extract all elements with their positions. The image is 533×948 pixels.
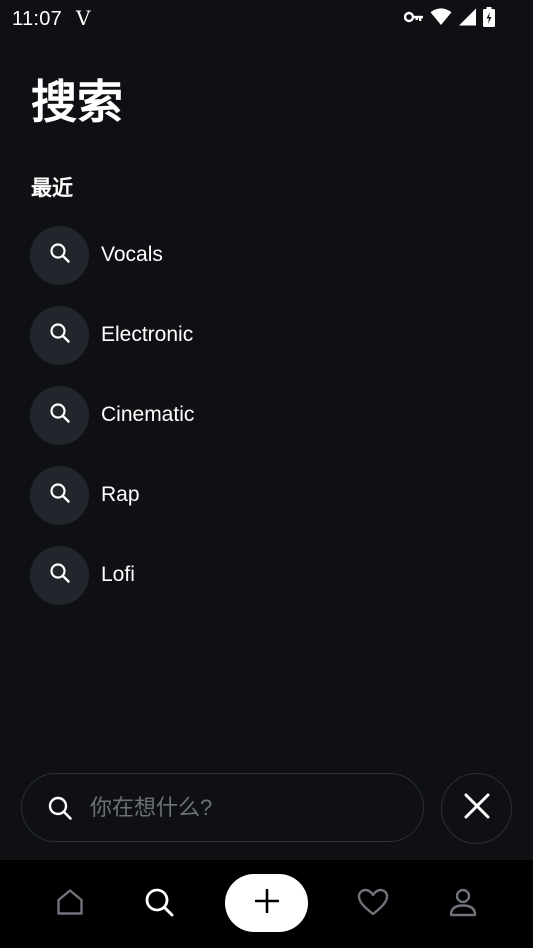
recent-search-item-cinematic[interactable]: Cinematic xyxy=(30,385,510,445)
search-icon xyxy=(46,794,74,822)
search-icon xyxy=(49,402,71,429)
clear-search-button[interactable] xyxy=(441,773,512,844)
status-bar: 11:07 V xyxy=(0,0,533,36)
status-icons xyxy=(404,7,495,27)
wifi-icon xyxy=(430,8,452,26)
recent-search-item-vocals[interactable]: Vocals xyxy=(30,225,510,285)
nav-favorites[interactable] xyxy=(351,860,395,948)
nav-create-button[interactable] xyxy=(225,874,308,932)
nav-search[interactable] xyxy=(137,860,181,948)
carrier-glyph: V xyxy=(76,6,91,30)
recent-search-label: Electronic xyxy=(101,323,194,346)
recent-search-label: Lofi xyxy=(101,563,135,586)
recent-search-item-rap[interactable]: Rap xyxy=(30,465,510,525)
recent-search-label: Cinematic xyxy=(101,403,195,426)
recent-search-icon-chip xyxy=(30,385,89,445)
close-icon xyxy=(463,792,491,825)
recent-search-item-lofi[interactable]: Lofi xyxy=(30,545,510,605)
recent-search-label: Vocals xyxy=(101,243,163,266)
recent-section-title: 最近 xyxy=(31,177,73,200)
home-icon xyxy=(55,887,85,922)
user-icon xyxy=(448,887,478,922)
search-bar[interactable] xyxy=(21,773,424,842)
recent-search-label: Rap xyxy=(101,483,140,506)
status-time: 11:07 xyxy=(12,8,63,30)
nav-profile[interactable] xyxy=(441,860,485,948)
vpn-key-icon xyxy=(404,11,424,23)
nav-home[interactable] xyxy=(48,860,92,948)
page-title: 搜索 xyxy=(31,76,123,128)
recent-search-icon-chip xyxy=(30,545,89,605)
search-input[interactable] xyxy=(88,793,392,822)
heart-icon xyxy=(357,888,389,921)
bottom-navigation xyxy=(0,860,533,948)
search-icon xyxy=(49,242,71,269)
signal-icon xyxy=(458,8,477,26)
recent-search-list: Vocals Electronic Cinematic Rap Lofi xyxy=(30,225,510,625)
recent-search-icon-chip xyxy=(30,305,89,365)
battery-charging-icon xyxy=(483,7,495,27)
recent-search-item-electronic[interactable]: Electronic xyxy=(30,305,510,365)
recent-search-icon-chip xyxy=(30,465,89,525)
search-icon xyxy=(49,482,71,509)
search-screen: 11:07 V 搜索 最近 Vocals Electronic Cinemati… xyxy=(0,0,533,860)
search-icon xyxy=(49,322,71,349)
search-icon xyxy=(49,562,71,589)
search-icon xyxy=(144,887,174,922)
plus-icon xyxy=(254,888,279,918)
recent-search-icon-chip xyxy=(30,225,89,285)
